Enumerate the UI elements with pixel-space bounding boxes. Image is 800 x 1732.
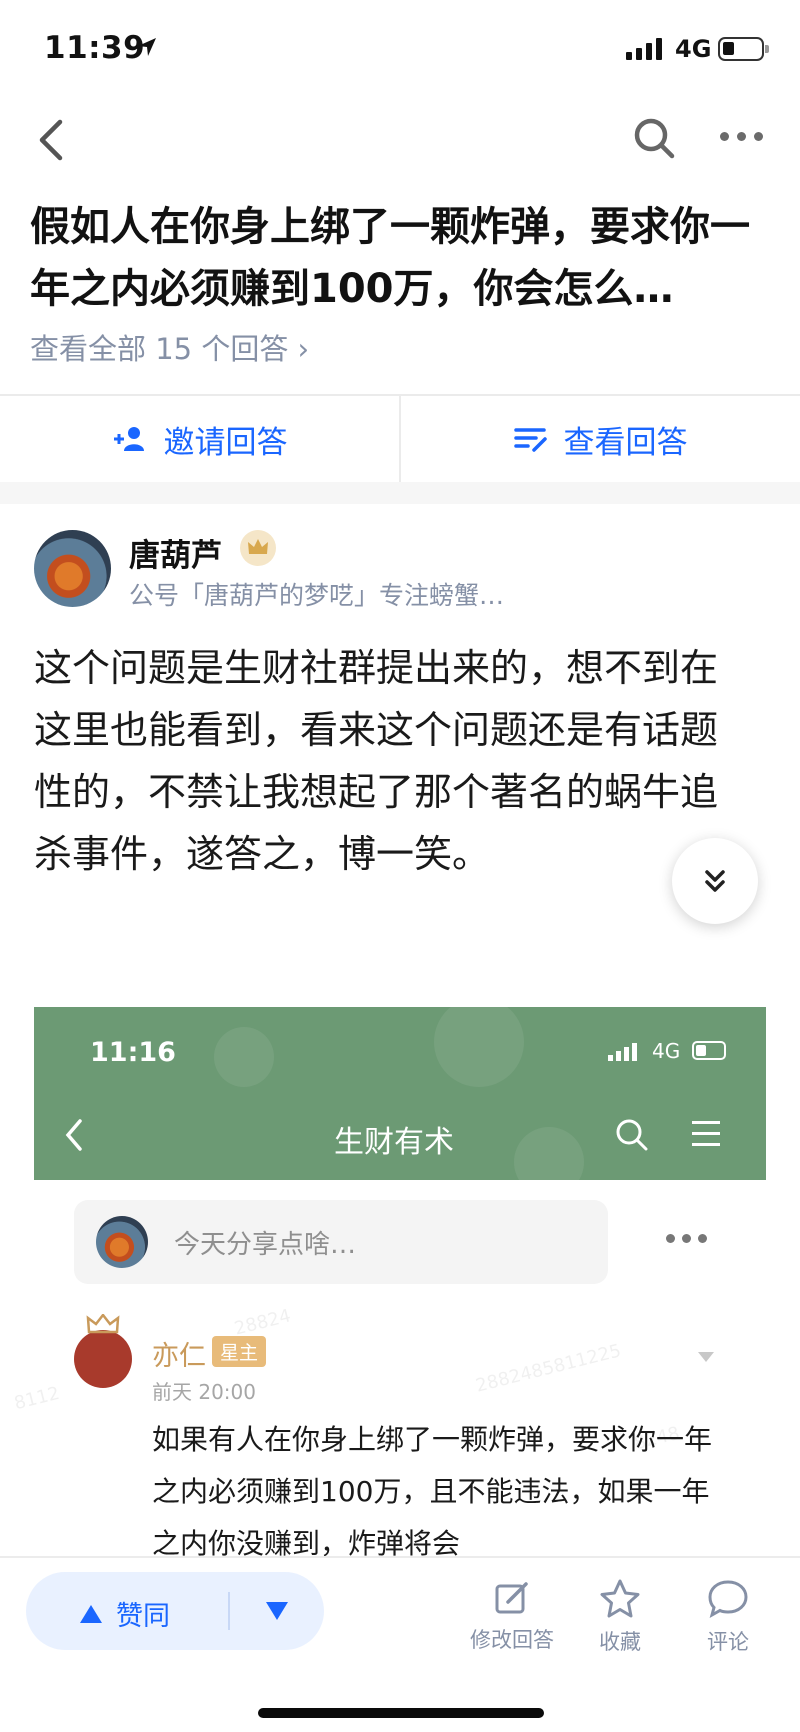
- status-bar: 11:39 4G: [0, 0, 800, 100]
- author-bio: 公号「唐葫芦的梦呓」专注螃蟹…: [129, 581, 505, 610]
- triangle-up-icon: [80, 1604, 102, 1623]
- battery-icon: [718, 37, 769, 61]
- favorite-label: 收藏: [599, 1630, 641, 1654]
- embedded-share-placeholder: 今天分享点啥…: [174, 1230, 357, 1260]
- status-time: 11:39: [44, 30, 146, 66]
- embedded-post-time: 前天 20:00: [152, 1380, 256, 1404]
- edit-answer-label: 修改回答: [470, 1628, 554, 1652]
- embedded-post: 28824 2882485811225 8112 8248 亦仁 星主 前天 2…: [12, 1305, 754, 1560]
- embedded-avatar: [96, 1216, 148, 1268]
- invite-answer-button[interactable]: 邀请回答: [0, 396, 399, 482]
- comment-label: 评论: [707, 1630, 749, 1654]
- embedded-poster-avatar: [74, 1330, 132, 1388]
- question-actions: 邀请回答 查看回答: [0, 396, 800, 482]
- embedded-menu-icon: [692, 1121, 720, 1146]
- next-answer-button[interactable]: [672, 838, 758, 924]
- search-icon[interactable]: [632, 116, 676, 166]
- downvote-button[interactable]: [264, 1600, 290, 1626]
- section-separator: [0, 482, 800, 504]
- embedded-search-icon: [614, 1117, 650, 1157]
- triangle-down-icon: [266, 1602, 288, 1620]
- embedded-post-text: 如果有人在你身上绑了一颗炸弹，要求你一年之内必须赚到100万，且不能违法，如果一…: [152, 1423, 713, 1560]
- embedded-signal-icon: [608, 1043, 637, 1061]
- list-edit-icon: [513, 428, 547, 452]
- embedded-time: 11:16: [90, 1037, 176, 1068]
- embedded-share-input: 今天分享点啥…: [74, 1200, 608, 1284]
- embedded-screenshot-header: 11:16 4G 生财有术: [34, 1007, 766, 1180]
- bottom-action-bar: 赞同 修改回答 收藏 评论: [0, 1556, 800, 1732]
- vote-pill: 赞同: [26, 1572, 324, 1650]
- crown-icon: [86, 1312, 120, 1338]
- edit-icon: [495, 1582, 528, 1614]
- invite-answer-label: 邀请回答: [163, 424, 288, 461]
- location-arrow-icon: [136, 36, 158, 62]
- embedded-network: 4G: [652, 1039, 681, 1063]
- embedded-poster-name: 亦仁: [152, 1341, 206, 1372]
- more-options-icon[interactable]: [720, 132, 763, 141]
- upvote-button[interactable]: 赞同: [78, 1594, 170, 1633]
- view-all-answers-link[interactable]: 查看全部 15 个回答 ›: [30, 326, 309, 368]
- network-type: 4G: [675, 35, 712, 63]
- divider: [228, 1592, 230, 1630]
- author-name[interactable]: 唐葫芦: [129, 530, 222, 575]
- comment-bubble-icon: [708, 1580, 748, 1619]
- add-user-icon: [113, 427, 144, 451]
- upvote-label: 赞同: [116, 1601, 170, 1632]
- comment-button[interactable]: 评论: [706, 1578, 750, 1656]
- favorite-button[interactable]: 收藏: [598, 1578, 642, 1656]
- edit-answer-button[interactable]: 修改回答: [470, 1578, 554, 1654]
- view-answers-label: 查看回答: [563, 424, 688, 461]
- embedded-back-icon: [62, 1117, 86, 1157]
- star-icon: [600, 1579, 640, 1618]
- crown-badge-icon: [240, 530, 276, 566]
- home-indicator[interactable]: [258, 1708, 544, 1718]
- embedded-title: 生财有术: [334, 1125, 454, 1160]
- signal-icon: [626, 38, 662, 60]
- author-header[interactable]: 唐葫芦 公号「唐葫芦的梦呓」专注螃蟹…: [34, 528, 774, 610]
- caret-down-icon: [698, 1352, 714, 1362]
- embedded-poster-tag: 星主: [212, 1336, 267, 1367]
- avatar[interactable]: [34, 530, 111, 607]
- embedded-battery-icon: [692, 1041, 726, 1060]
- nav-bar: [0, 110, 800, 170]
- view-answers-button[interactable]: 查看回答: [401, 396, 800, 482]
- double-chevron-down-icon: [705, 870, 725, 892]
- embedded-more-icon: [666, 1234, 707, 1243]
- back-arrow-icon[interactable]: [32, 116, 72, 168]
- answer-text: 这个问题是生财社群提出来的，想不到在这里也能看到，看来这个问题还是有话题性的，不…: [34, 646, 719, 876]
- question-title[interactable]: 假如人在你身上绑了一颗炸弹，要求你一年之内必须赚到100万，你会怎么…: [30, 196, 775, 320]
